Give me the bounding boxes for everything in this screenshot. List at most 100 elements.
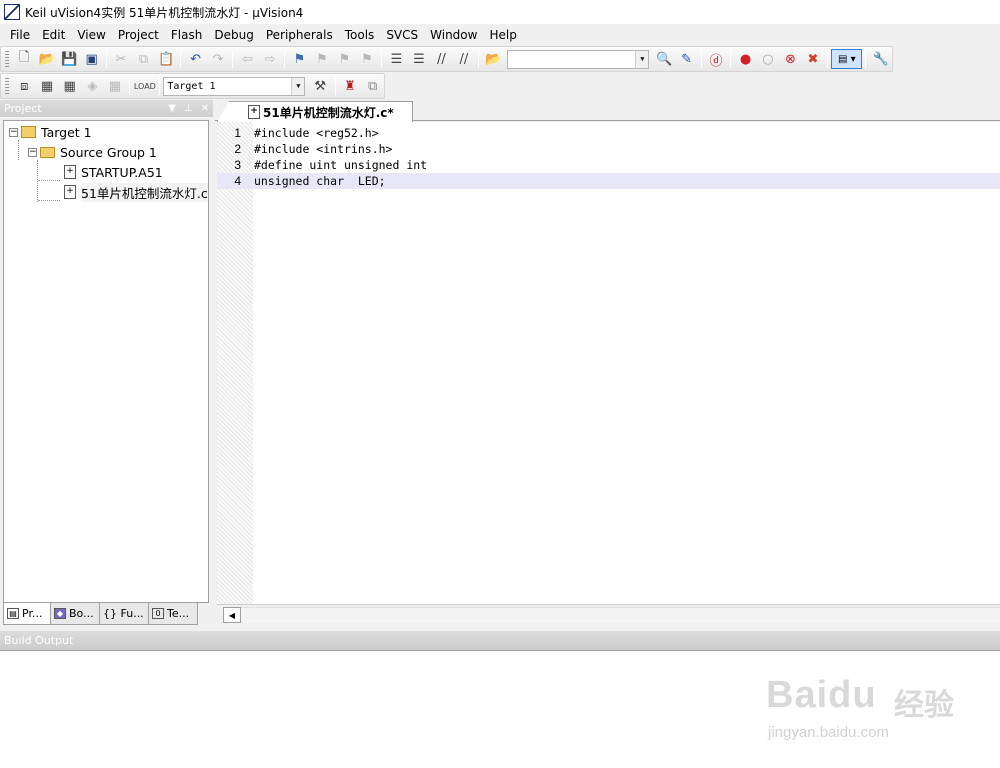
redo-icon[interactable]: ↷ bbox=[207, 48, 228, 70]
start-debug-icon[interactable]: ⓓ bbox=[705, 48, 726, 70]
toolbar-grip[interactable] bbox=[5, 78, 9, 94]
next-bookmark-icon[interactable]: ⚑ bbox=[334, 48, 355, 70]
line-number: 2 bbox=[234, 142, 241, 156]
find-icon[interactable]: 🔍 bbox=[653, 48, 674, 70]
translate-icon[interactable]: ⧈ bbox=[13, 75, 35, 97]
tab-label: Pr... bbox=[22, 607, 43, 620]
file-icon: + bbox=[64, 165, 76, 179]
unindent-icon[interactable]: ☰ bbox=[408, 48, 429, 70]
copy-icon[interactable]: ⧉ bbox=[133, 48, 154, 70]
close-icon[interactable]: ✕ bbox=[201, 103, 209, 114]
tree-item-file[interactable]: + STARTUP.A51 bbox=[64, 163, 163, 181]
build-output-pane[interactable] bbox=[0, 650, 1000, 768]
batch-build-icon[interactable]: ◈ bbox=[82, 75, 104, 97]
disable-breakpoints-icon[interactable]: ⊗ bbox=[780, 48, 801, 70]
toolbar-separator bbox=[478, 50, 480, 68]
build-icon[interactable]: ▦ bbox=[36, 75, 58, 97]
tab-functions[interactable]: {} Fu... bbox=[99, 603, 149, 625]
line-number: 3 bbox=[234, 158, 241, 172]
chevron-down-icon[interactable]: ▼ bbox=[635, 50, 649, 68]
menu-debug[interactable]: Debug bbox=[208, 25, 259, 45]
menu-svcs[interactable]: SVCS bbox=[380, 25, 424, 45]
title-bar: Keil uVision4实例 51单片机控制流水灯 - µVision4 bbox=[0, 0, 1000, 24]
file-toolbar: 🗋 📂 💾 ▣ ✂ ⧉ 📋 ↶ ↷ ⇦ ⇨ ⚑ ⚑ ⚑ ⚑ ☰ ☰ // // … bbox=[0, 46, 893, 72]
undo-icon[interactable]: ↶ bbox=[185, 48, 206, 70]
menu-file[interactable]: File bbox=[4, 25, 36, 45]
code-editor[interactable]: 1 #include <reg52.h> 2 #include <intrins… bbox=[217, 122, 1000, 604]
line-text: #include <reg52.h> bbox=[254, 126, 379, 140]
prev-bookmark-icon[interactable]: ⚑ bbox=[311, 48, 332, 70]
find-combo[interactable]: ▼ bbox=[506, 49, 650, 69]
tree-item-file[interactable]: + 51单片机控制流水灯.c bbox=[64, 182, 208, 202]
menu-view[interactable]: View bbox=[71, 25, 111, 45]
paste-icon[interactable]: 📋 bbox=[155, 48, 176, 70]
books-icon: ◆ bbox=[54, 608, 66, 619]
insert-breakpoint-icon[interactable]: ● bbox=[735, 48, 756, 70]
horizontal-scrollbar[interactable]: ◀ bbox=[217, 604, 1000, 624]
code-line[interactable]: 2 #include <intrins.h> bbox=[217, 141, 1000, 157]
menu-bar: File Edit View Project Flash Debug Perip… bbox=[0, 24, 1000, 46]
target-combo[interactable]: Target 1 ▼ bbox=[163, 76, 306, 96]
code-line-current[interactable]: 4 unsigned char LED; bbox=[217, 173, 1000, 189]
kill-breakpoints-icon[interactable]: ✖ bbox=[802, 48, 823, 70]
menu-window[interactable]: Window bbox=[424, 25, 483, 45]
tab-label: {} Fu... bbox=[103, 607, 144, 620]
window-layout-button[interactable]: ▤ ▾ bbox=[831, 49, 863, 69]
new-file-icon[interactable]: 🗋 bbox=[13, 48, 34, 70]
collapse-icon[interactable]: − bbox=[28, 147, 37, 157]
code-line[interactable]: 3 #define uint unsigned int bbox=[217, 157, 1000, 173]
toolbar-separator bbox=[827, 50, 829, 68]
collapse-icon[interactable]: − bbox=[9, 127, 18, 137]
configure-icon[interactable]: 🔧 bbox=[870, 48, 891, 70]
toolbar-separator bbox=[180, 50, 182, 68]
clear-bookmarks-icon[interactable]: ⚑ bbox=[356, 48, 377, 70]
project-panel-title: Project bbox=[4, 102, 42, 115]
menu-tools[interactable]: Tools bbox=[339, 25, 381, 45]
panel-menu-icon[interactable]: ▼ bbox=[168, 103, 176, 114]
navigate-forward-icon[interactable]: ⇨ bbox=[259, 48, 280, 70]
build-output-title: Build Output bbox=[4, 634, 74, 647]
tab-source-file[interactable]: + 51单片机控制流水灯.c* bbox=[217, 101, 413, 122]
stop-build-icon[interactable]: ▦ bbox=[104, 75, 126, 97]
folder-icon bbox=[40, 146, 55, 158]
tab-books[interactable]: ◆ Bo... bbox=[50, 603, 100, 625]
tree-item-group[interactable]: − Source Group 1 bbox=[28, 143, 157, 161]
rebuild-icon[interactable]: ▦ bbox=[59, 75, 81, 97]
comment-icon[interactable]: // bbox=[431, 48, 452, 70]
pin-icon[interactable]: ⊥ bbox=[184, 103, 193, 114]
tab-label: Bo... bbox=[69, 607, 94, 620]
target-options-icon[interactable]: ⚒ bbox=[309, 75, 331, 97]
incremental-find-icon[interactable]: ✎ bbox=[676, 48, 697, 70]
scroll-left-icon[interactable]: ◀ bbox=[223, 607, 241, 623]
manage-components-icon[interactable]: ♜ bbox=[339, 75, 361, 97]
find-in-files-icon[interactable]: 📂 bbox=[483, 48, 504, 70]
load-icon[interactable]: LOAD bbox=[134, 75, 156, 97]
open-folder-icon[interactable]: 📂 bbox=[36, 48, 57, 70]
toolbar-separator bbox=[730, 50, 732, 68]
save-icon[interactable]: 💾 bbox=[58, 48, 79, 70]
menu-edit[interactable]: Edit bbox=[36, 25, 71, 45]
code-line[interactable]: 1 #include <reg52.h> bbox=[217, 125, 1000, 141]
enable-breakpoint-icon[interactable]: ○ bbox=[757, 48, 778, 70]
indent-icon[interactable]: ☰ bbox=[386, 48, 407, 70]
save-all-icon[interactable]: ▣ bbox=[81, 48, 102, 70]
select-packs-icon[interactable]: ⧉ bbox=[362, 75, 384, 97]
menu-project[interactable]: Project bbox=[112, 25, 165, 45]
toolbar-grip[interactable] bbox=[5, 51, 9, 67]
uncomment-icon[interactable]: // bbox=[453, 48, 474, 70]
menu-peripherals[interactable]: Peripherals bbox=[260, 25, 339, 45]
menu-help[interactable]: Help bbox=[483, 25, 522, 45]
scrollbar-track[interactable] bbox=[241, 607, 1000, 623]
tab-project[interactable]: ▤ Pr... bbox=[3, 603, 51, 625]
window-title: Keil uVision4实例 51单片机控制流水灯 - µVision4 bbox=[25, 5, 304, 20]
chevron-down-icon[interactable]: ▼ bbox=[291, 77, 305, 95]
navigate-back-icon[interactable]: ⇦ bbox=[237, 48, 258, 70]
tab-label: 51单片机控制流水灯.c* bbox=[263, 105, 394, 120]
toolbar-separator bbox=[129, 77, 131, 95]
menu-flash[interactable]: Flash bbox=[165, 25, 208, 45]
tab-templates[interactable]: 0 Te... bbox=[148, 603, 198, 625]
tree-item-label: Source Group 1 bbox=[60, 144, 157, 160]
tree-item-target[interactable]: − Target 1 bbox=[9, 123, 92, 141]
cut-icon[interactable]: ✂ bbox=[110, 48, 131, 70]
bookmark-icon[interactable]: ⚑ bbox=[289, 48, 310, 70]
